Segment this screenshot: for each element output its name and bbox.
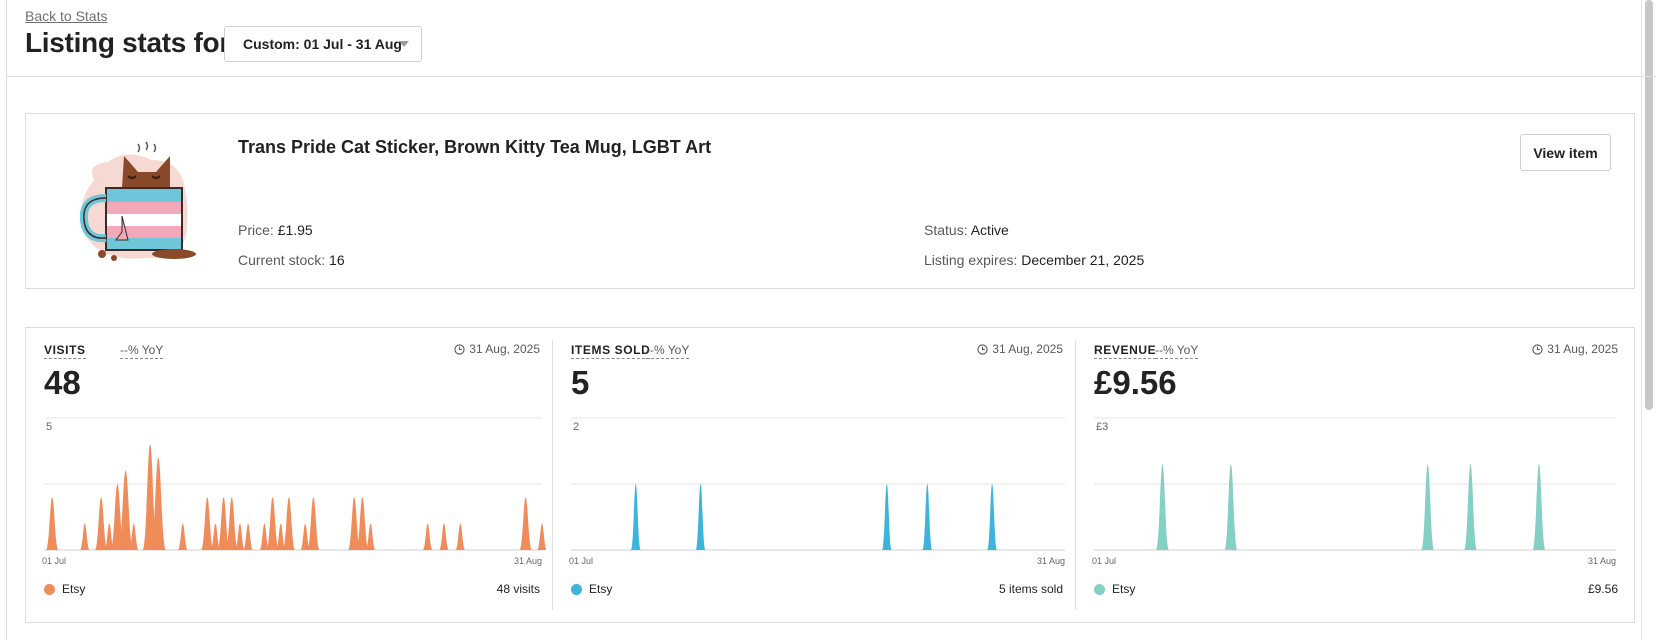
items-sold-legend-dot bbox=[571, 584, 582, 595]
scrollbar[interactable] bbox=[1641, 0, 1656, 640]
visits-legend-dot bbox=[44, 584, 55, 595]
cat-mug-sticker-icon[interactable] bbox=[66, 136, 216, 266]
revenue-legend-dot bbox=[1094, 584, 1105, 595]
items-sold-legend-label: Etsy bbox=[589, 582, 613, 596]
chart-peak[interactable] bbox=[200, 497, 214, 550]
y-tick-label: 2 bbox=[573, 421, 579, 433]
expires-value: December 21, 2025 bbox=[1021, 252, 1145, 268]
items-sold-date-text: 31 Aug, 2025 bbox=[992, 342, 1063, 356]
clock-icon bbox=[977, 343, 988, 355]
chart-peak[interactable] bbox=[307, 497, 320, 550]
date-range-select[interactable]: Custom: 01 Jul - 31 Aug bbox=[224, 26, 422, 62]
visits-date-text: 31 Aug, 2025 bbox=[469, 342, 540, 356]
chart-peak[interactable] bbox=[94, 497, 108, 550]
back-to-stats-link[interactable]: Back to Stats bbox=[25, 8, 107, 24]
view-item-button[interactable]: View item bbox=[1520, 134, 1611, 171]
scrollbar-thumb[interactable] bbox=[1645, 0, 1653, 410]
items-sold-value: 5 bbox=[571, 364, 590, 401]
page-title: Listing stats for bbox=[25, 27, 230, 58]
chart-peak[interactable] bbox=[79, 523, 90, 550]
x-tick-label: 01 Jul bbox=[42, 556, 66, 566]
stock-value: 16 bbox=[329, 252, 345, 268]
clock-icon bbox=[454, 343, 465, 355]
listing-card: Trans Pride Cat Sticker, Brown Kitty Tea… bbox=[25, 113, 1635, 289]
revenue-label[interactable]: REVENUE bbox=[1094, 343, 1157, 359]
chart-peak[interactable] bbox=[922, 484, 933, 550]
items-sold-yoy[interactable]: --% YoY bbox=[646, 343, 690, 359]
x-tick-label: 31 Aug bbox=[1588, 556, 1616, 566]
y-tick-label: £3 bbox=[1096, 421, 1108, 433]
items-sold-date: 31 Aug, 2025 bbox=[977, 342, 1063, 356]
visits-value: 48 bbox=[44, 364, 81, 401]
listing-expires: Listing expires: December 21, 2025 bbox=[924, 252, 1144, 268]
expires-label: Listing expires: bbox=[924, 252, 1018, 268]
visits-panel: VISITS --% YoY 31 Aug, 2025 48 5 01 Jul 31… bbox=[26, 328, 552, 622]
listing-status: Status: Active bbox=[924, 222, 1009, 238]
price-label: Price: bbox=[238, 222, 274, 238]
chart-peak[interactable] bbox=[1155, 464, 1169, 550]
revenue-total: £9.56 bbox=[1587, 582, 1618, 596]
revenue-yoy[interactable]: --% YoY bbox=[1155, 343, 1199, 359]
visits-label[interactable]: VISITS bbox=[44, 343, 86, 359]
x-tick-label: 31 Aug bbox=[514, 556, 542, 566]
chart-peak[interactable] bbox=[282, 497, 296, 550]
listing-price: Price: £1.95 bbox=[238, 222, 313, 238]
chevron-down-icon bbox=[399, 41, 409, 47]
status-value: Active bbox=[970, 222, 1009, 238]
chart-peak[interactable] bbox=[422, 523, 433, 550]
chart-peak[interactable] bbox=[1464, 464, 1478, 550]
revenue-date-text: 31 Aug, 2025 bbox=[1547, 342, 1618, 356]
x-tick-label: 01 Jul bbox=[569, 556, 593, 566]
listing-stock: Current stock: 16 bbox=[238, 252, 345, 268]
chart-peak[interactable] bbox=[695, 484, 706, 550]
revenue-legend-label: Etsy bbox=[1112, 582, 1136, 596]
items-sold-label[interactable]: ITEMS SOLD bbox=[571, 343, 651, 359]
header-divider bbox=[7, 76, 1656, 77]
chart-peak[interactable] bbox=[243, 523, 254, 550]
chart-peak[interactable] bbox=[266, 497, 279, 550]
revenue-date: 31 Aug, 2025 bbox=[1532, 342, 1618, 356]
items-sold-panel: ITEMS SOLD --% YoY 31 Aug, 2025 5 2 01 Ju… bbox=[553, 328, 1075, 622]
items-sold-chart[interactable]: 2 01 Jul 31 Aug bbox=[561, 410, 1069, 570]
visits-chart[interactable]: 5 01 Jul 31 Aug bbox=[34, 410, 546, 570]
chart-peak[interactable] bbox=[519, 497, 532, 550]
stats-card: VISITS --% YoY 31 Aug, 2025 48 5 01 Jul 31… bbox=[25, 327, 1635, 623]
date-range-value: Custom: 01 Jul - 31 Aug bbox=[243, 36, 402, 52]
visits-yoy[interactable]: --% YoY bbox=[120, 343, 164, 359]
items-sold-total: 5 items sold bbox=[998, 582, 1063, 596]
chart-peak[interactable] bbox=[45, 497, 59, 550]
page-frame bbox=[6, 0, 7, 640]
chart-peak[interactable] bbox=[455, 523, 466, 550]
revenue-value: £9.56 bbox=[1094, 364, 1177, 401]
chart-peak[interactable] bbox=[881, 484, 892, 550]
stock-label: Current stock: bbox=[238, 252, 326, 268]
listing-title[interactable]: Trans Pride Cat Sticker, Brown Kitty Tea… bbox=[238, 137, 711, 158]
price-value: £1.95 bbox=[277, 222, 313, 238]
y-tick-label: 5 bbox=[46, 421, 52, 433]
chart-peak[interactable] bbox=[537, 523, 546, 550]
visits-date: 31 Aug, 2025 bbox=[454, 342, 540, 356]
chart-peak[interactable] bbox=[177, 523, 188, 550]
chart-peak[interactable] bbox=[630, 484, 641, 550]
chart-peak[interactable] bbox=[1224, 464, 1238, 550]
chart-peak[interactable] bbox=[1532, 464, 1546, 550]
x-tick-label: 01 Jul bbox=[1092, 556, 1116, 566]
chart-peak[interactable] bbox=[1421, 464, 1435, 550]
chart-peak[interactable] bbox=[987, 484, 998, 550]
status-label: Status: bbox=[924, 222, 968, 238]
chart-peak[interactable] bbox=[439, 523, 449, 550]
visits-total: 48 visits bbox=[496, 582, 540, 596]
revenue-panel: REVENUE --% YoY 31 Aug, 2025 £9.56 £3 01 … bbox=[1076, 328, 1634, 622]
x-tick-label: 31 Aug bbox=[1037, 556, 1065, 566]
revenue-chart[interactable]: £3 01 Jul 31 Aug bbox=[1084, 410, 1620, 570]
clock-icon bbox=[1532, 343, 1543, 355]
visits-legend-label: Etsy bbox=[62, 582, 86, 596]
